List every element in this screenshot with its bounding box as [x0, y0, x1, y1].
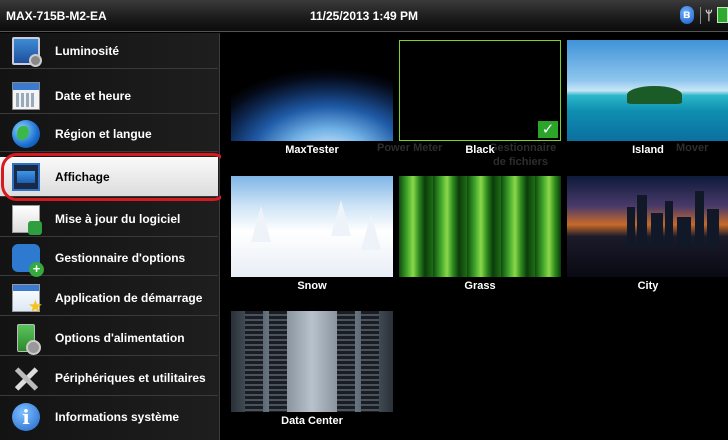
background-ghost-label: de fichiers	[493, 156, 549, 168]
sidebar-item-date-time[interactable]: Date et heure	[0, 78, 218, 114]
software-update-icon	[12, 205, 42, 235]
calendar-icon	[12, 82, 40, 110]
options-puzzle-icon	[12, 244, 44, 277]
power-options-icon	[17, 324, 41, 355]
wallpaper-thumbnail	[231, 40, 393, 141]
tools-icon	[12, 364, 40, 392]
sidebar-item-region-language[interactable]: Région et langue	[0, 116, 218, 152]
sidebar-item-label: Application de démarrage	[55, 291, 203, 305]
title-bar: MAX-715B-M2-EA 11/25/2013 1:49 PM ᛘ	[0, 0, 728, 32]
globe-icon	[12, 120, 40, 148]
wallpaper-thumbnail	[567, 176, 728, 277]
wallpaper-name: Data Center	[281, 415, 343, 427]
sidebar-item-power-options[interactable]: Options d'alimentation	[0, 320, 218, 356]
wallpaper-tile-city[interactable]: City	[567, 176, 728, 292]
sidebar-item-peripherals-utilities[interactable]: Périphériques et utilitaires	[0, 360, 218, 396]
wallpaper-tile-black[interactable]: ✓ Black	[399, 40, 561, 156]
wallpaper-name: Grass	[464, 280, 496, 292]
sidebar-item-label: Affichage	[55, 170, 110, 184]
sidebar-item-label: Options d'alimentation	[55, 331, 185, 345]
wallpaper-tile-data-center[interactable]: Data Center	[231, 311, 393, 427]
power-plug-icon[interactable]: ᛘ	[705, 8, 713, 23]
date-time: 11/25/2013 1:49 PM	[309, 9, 419, 23]
sidebar-item-label: Périphériques et utilitaires	[55, 371, 206, 385]
sidebar-item-label: Mise à jour du logiciel	[55, 212, 181, 226]
wallpaper-tile-snow[interactable]: Snow	[231, 176, 393, 292]
sidebar-item-options-manager[interactable]: Gestionnaire d'options	[0, 240, 218, 277]
wallpaper-thumbnail	[567, 40, 728, 141]
selected-check-icon: ✓	[538, 121, 558, 138]
wallpaper-thumbnail	[231, 311, 393, 412]
wallpaper-tile-maxtester[interactable]: MaxTester	[231, 40, 393, 156]
wallpaper-name: MaxTester	[285, 144, 339, 156]
wallpaper-name: City	[637, 280, 659, 292]
sidebar-item-display[interactable]: Affichage	[0, 157, 218, 197]
sidebar-item-brightness[interactable]: Luminosité	[0, 33, 218, 69]
sidebar-item-label: Luminosité	[55, 44, 120, 58]
tray-divider	[700, 7, 701, 24]
settings-sidebar: Luminosité Date et heure Région et langu…	[0, 33, 220, 440]
wallpaper-name: Black	[465, 144, 495, 156]
wallpaper-tile-grass[interactable]: Grass	[399, 176, 561, 292]
startup-app-icon	[12, 284, 43, 317]
bluetooth-icon[interactable]	[680, 6, 694, 24]
sidebar-item-label: Région et langue	[55, 127, 152, 141]
wallpaper-name: Island	[632, 144, 664, 156]
sidebar-item-label: Informations système	[55, 410, 180, 424]
system-tray: ᛘ	[680, 6, 728, 26]
wallpaper-thumbnail	[231, 176, 393, 277]
sidebar-item-label: Gestionnaire d'options	[55, 251, 186, 265]
sidebar-item-startup-app[interactable]: Application de démarrage	[0, 280, 218, 317]
wallpaper-gallery: Power Meter Gestionnaire de fichiers Mov…	[221, 33, 728, 440]
brightness-monitor-icon	[12, 37, 42, 67]
battery-icon[interactable]	[717, 7, 728, 23]
wallpaper-name: Snow	[297, 280, 327, 292]
wallpaper-thumbnail	[399, 176, 561, 277]
sidebar-item-software-update[interactable]: Mise à jour du logiciel	[0, 201, 218, 237]
display-icon	[12, 163, 40, 191]
info-icon: i	[12, 403, 40, 431]
wallpaper-thumbnail: ✓	[399, 40, 561, 141]
wallpaper-tile-island[interactable]: Island	[567, 40, 728, 156]
sidebar-item-label: Date et heure	[55, 89, 132, 103]
sidebar-item-system-info[interactable]: i Informations système	[0, 399, 218, 435]
